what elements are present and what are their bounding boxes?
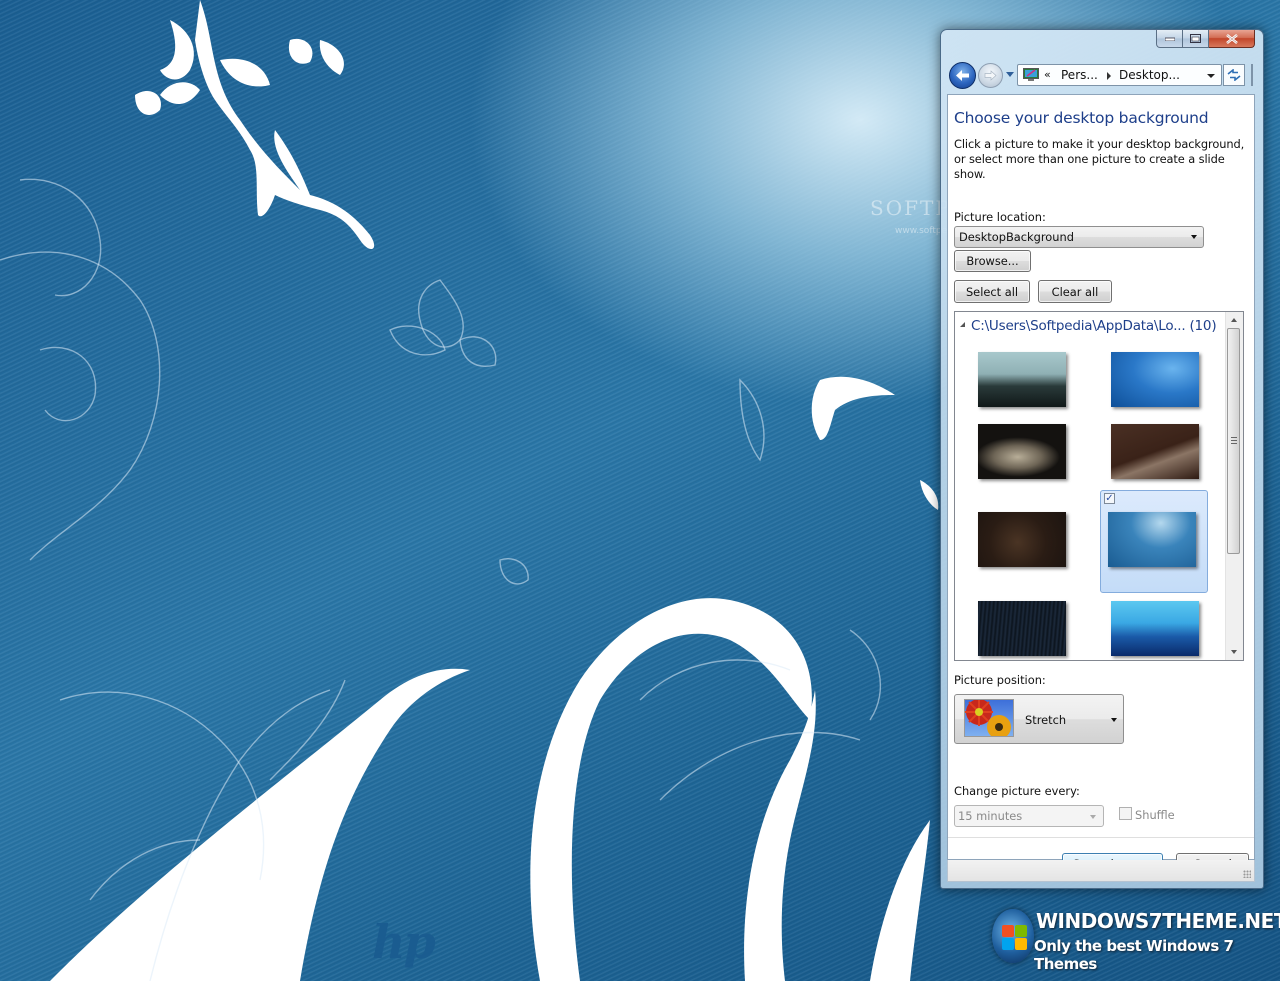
grip-icon [1231, 437, 1237, 446]
shuffle-label: Shuffle [1135, 808, 1175, 822]
minimize-icon [1164, 37, 1175, 41]
navigation-bar: « Pers... Desktop... [949, 62, 1257, 90]
page-description: Click a picture to make it your desktop … [954, 137, 1245, 181]
address-dropdown-icon[interactable] [1207, 74, 1215, 78]
collapse-group-icon[interactable] [960, 321, 965, 327]
picture-location-label: Picture location: [954, 210, 1046, 224]
picture-position-value: Stretch [1025, 713, 1067, 727]
refresh-icon [1227, 69, 1241, 81]
selected-checkbox[interactable]: ✓ [1104, 493, 1115, 504]
windows7theme-promo: WINDOWS7THEME.NET Only the best Windows … [990, 905, 1280, 973]
minimize-button[interactable] [1156, 30, 1183, 48]
breadcrumb-desktop-background[interactable]: Desktop... [1119, 68, 1180, 82]
close-button[interactable] [1209, 30, 1255, 48]
scroll-down-icon[interactable] [1231, 650, 1237, 654]
control-panel-icon [1023, 68, 1039, 81]
windows-orb-icon [992, 909, 1034, 963]
promo-site-name: WINDOWS7THEME.NET [1036, 909, 1280, 933]
wallpaper-thumbnail [1108, 512, 1196, 567]
chevron-down-icon [1090, 815, 1096, 819]
picture-position-label: Picture position: [954, 673, 1046, 687]
gallery-scrollbar[interactable] [1225, 312, 1243, 660]
picture-position-dropdown[interactable]: Stretch [954, 694, 1124, 744]
gallery-group-header[interactable]: C:\Users\Softpedia\AppData\Lo... (10) [960, 318, 1217, 334]
wallpaper-thumbnail [1111, 424, 1199, 479]
wallpaper-thumbnail [978, 512, 1066, 567]
windows-flag-icon [1002, 925, 1028, 951]
footer-divider [948, 837, 1254, 838]
wallpaper-thumbnail [978, 424, 1066, 479]
clear-all-button[interactable]: Clear all [1038, 280, 1112, 303]
breadcrumb-separator-icon[interactable] [1107, 72, 1111, 80]
picture-location-dropdown[interactable]: DesktopBackground [954, 226, 1204, 248]
maximize-button[interactable] [1183, 30, 1209, 48]
wallpaper-thumbnail [978, 352, 1066, 407]
hp-logo: hp [372, 915, 436, 969]
change-interval-value: 15 minutes [958, 809, 1023, 823]
select-all-button[interactable]: Select all [954, 280, 1030, 303]
status-bar [947, 860, 1255, 882]
change-interval-dropdown[interactable]: 15 minutes [954, 805, 1104, 827]
wallpaper-item-7[interactable] [965, 592, 1073, 660]
wallpaper-item-8[interactable] [1098, 592, 1206, 660]
wallpaper-item-5[interactable] [965, 490, 1073, 590]
back-button[interactable] [949, 62, 976, 89]
flowers-preview-icon [964, 699, 1014, 737]
change-picture-label: Change picture every: [954, 784, 1080, 798]
resize-grip-icon[interactable] [1243, 870, 1251, 878]
breadcrumb-personalization[interactable]: Pers... [1061, 68, 1098, 82]
content-pane: Choose your desktop background Click a p… [947, 94, 1255, 874]
address-overflow[interactable]: « [1044, 68, 1051, 81]
picture-location-value: DesktopBackground [959, 230, 1074, 244]
forward-arrow-icon [984, 70, 997, 81]
scrollbar-thumb[interactable] [1227, 328, 1240, 554]
group-count: (10) [1189, 318, 1217, 334]
wallpaper-thumbnail [1111, 352, 1199, 407]
address-bar[interactable]: « Pers... Desktop... [1017, 64, 1222, 86]
promo-tagline: Only the best Windows 7 Themes [1034, 937, 1234, 973]
browse-button[interactable]: Browse... [954, 250, 1031, 272]
shuffle-checkbox[interactable]: Shuffle [1119, 807, 1175, 822]
back-arrow-icon [956, 70, 969, 81]
page-title: Choose your desktop background [954, 109, 1209, 127]
wallpaper-item-6[interactable]: ✓ [1100, 490, 1208, 593]
search-box-splitter[interactable] [1251, 64, 1253, 86]
refresh-button[interactable] [1223, 64, 1245, 86]
chevron-down-icon [1111, 718, 1117, 722]
wallpaper-thumbnail [978, 601, 1066, 656]
group-path: C:\Users\Softpedia\AppData\Lo... [971, 318, 1186, 334]
recent-pages-dropdown[interactable] [1006, 72, 1014, 77]
wallpaper-gallery: C:\Users\Softpedia\AppData\Lo... (10) ✓ [954, 311, 1244, 661]
scroll-up-icon[interactable] [1231, 318, 1237, 322]
maximize-icon [1190, 34, 1201, 43]
wallpaper-thumbnail [1111, 601, 1199, 656]
forward-button[interactable] [978, 63, 1003, 88]
personalization-window: « Pers... Desktop... Choose your desktop… [940, 29, 1264, 889]
chevron-down-icon [1191, 235, 1197, 239]
checkbox-icon[interactable] [1119, 807, 1132, 820]
caption-buttons [1156, 30, 1255, 49]
close-icon [1225, 33, 1238, 44]
